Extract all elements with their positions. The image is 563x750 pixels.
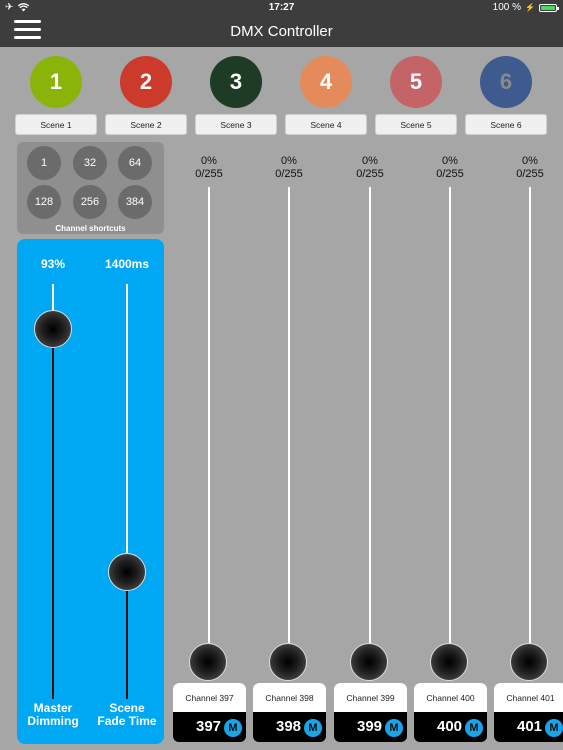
channel-number-bar: 401 M <box>494 712 563 742</box>
scene-label-button[interactable]: Scene 4 <box>285 114 367 135</box>
channel-name: Channel 398 <box>253 683 326 712</box>
channel-fader: 0% 0/255 Channel 400 400 M <box>412 155 488 745</box>
shortcut-button[interactable]: 64 <box>118 146 152 180</box>
m-badge-icon[interactable]: M <box>224 719 242 737</box>
shortcut-button[interactable]: 32 <box>73 146 107 180</box>
scene-1: 1 Scene 1 <box>15 56 97 135</box>
battery-icon <box>539 3 559 12</box>
status-bar: ✈ 17:27 100 % ⚡ <box>0 0 563 15</box>
scene-fade-track-lower <box>126 574 128 699</box>
channel-percent: 0% <box>281 155 297 167</box>
scene-circle-button[interactable]: 6 <box>480 56 532 108</box>
channel-number: 398 <box>276 718 302 735</box>
shortcuts-label: Channel shortcuts <box>55 224 126 233</box>
channel-value: 0/255 <box>516 168 544 180</box>
battery-percent: 100 % <box>492 2 522 13</box>
master-dimming-value: 93% <box>40 257 66 271</box>
channel-name: Channel 400 <box>414 683 487 712</box>
shortcut-button[interactable]: 128 <box>27 185 61 219</box>
channel-number-bar: 397 M <box>173 712 246 742</box>
channel-track <box>529 187 531 647</box>
channel-percent: 0% <box>522 155 538 167</box>
scene-4: 4 Scene 4 <box>285 56 367 135</box>
channel-fader: 0% 0/255 Channel 401 401 M <box>492 155 563 745</box>
scene-circle-button[interactable]: 1 <box>30 56 82 108</box>
channel-number: 397 <box>196 718 222 735</box>
scene-circle-button[interactable]: 4 <box>300 56 352 108</box>
channel-knob[interactable] <box>189 643 227 681</box>
shortcut-button[interactable]: 384 <box>118 185 152 219</box>
channel-card[interactable]: Channel 400 400 M <box>414 683 487 742</box>
m-badge-icon[interactable]: M <box>545 719 563 737</box>
channel-value: 0/255 <box>436 168 464 180</box>
scene-6: 6 Scene 6 <box>465 56 547 135</box>
channel-name: Channel 401 <box>494 683 563 712</box>
shortcut-button[interactable]: 1 <box>27 146 61 180</box>
channel-card[interactable]: Channel 398 398 M <box>253 683 326 742</box>
channel-track <box>288 187 290 647</box>
scene-5: 5 Scene 5 <box>375 56 457 135</box>
channel-value: 0/255 <box>356 168 384 180</box>
channel-number-bar: 398 M <box>253 712 326 742</box>
master-panel: 93% 1400ms Master Dimming Scene Fade Tim… <box>17 239 164 744</box>
channel-knob[interactable] <box>510 643 548 681</box>
master-dimming-knob[interactable] <box>34 310 72 348</box>
page-title: DMX Controller <box>230 23 333 40</box>
channel-number: 401 <box>517 718 543 735</box>
status-time: 17:27 <box>268 2 295 13</box>
channel-name: Channel 397 <box>173 683 246 712</box>
scene-label-button[interactable]: Scene 3 <box>195 114 277 135</box>
scene-circle-button[interactable]: 3 <box>210 56 262 108</box>
channel-knob[interactable] <box>430 643 468 681</box>
channel-number: 399 <box>357 718 383 735</box>
scene-fade-knob[interactable] <box>108 553 146 591</box>
m-badge-icon[interactable]: M <box>465 719 483 737</box>
scene-label-button[interactable]: Scene 1 <box>15 114 97 135</box>
scene-fade-track-upper <box>126 284 128 574</box>
channel-value: 0/255 <box>275 168 303 180</box>
channel-percent: 0% <box>201 155 217 167</box>
scene-fade-label: Scene Fade Time <box>87 702 167 728</box>
channel-number: 400 <box>437 718 463 735</box>
scene-2: 2 Scene 2 <box>105 56 187 135</box>
scene-3: 3 Scene 3 <box>195 56 277 135</box>
charging-icon: ⚡ <box>525 3 535 12</box>
scene-label-button[interactable]: Scene 6 <box>465 114 547 135</box>
master-dimming-label-line: Dimming <box>27 714 79 728</box>
scene-label-button[interactable]: Scene 5 <box>375 114 457 135</box>
channel-number-bar: 400 M <box>414 712 487 742</box>
scene-fade-label-line: Fade Time <box>97 714 157 728</box>
channel-card[interactable]: Channel 401 401 M <box>494 683 563 742</box>
m-badge-icon[interactable]: M <box>385 719 403 737</box>
channel-track <box>449 187 451 647</box>
channel-card[interactable]: Channel 397 397 M <box>173 683 246 742</box>
scene-fade-value: 1400ms <box>104 257 150 271</box>
channel-track <box>369 187 371 647</box>
scene-circle-button[interactable]: 5 <box>390 56 442 108</box>
channel-percent: 0% <box>442 155 458 167</box>
master-dimming-label: Master Dimming <box>13 702 93 728</box>
master-dimming-track-lower <box>52 329 54 699</box>
channel-percent: 0% <box>362 155 378 167</box>
channel-track <box>208 187 210 647</box>
channel-shortcuts-panel: 1 32 64 128 256 384 Channel shortcuts <box>17 142 164 234</box>
channel-number-bar: 399 M <box>334 712 407 742</box>
channel-fader: 0% 0/255 Channel 399 399 M <box>332 155 408 745</box>
channel-card[interactable]: Channel 399 399 M <box>334 683 407 742</box>
scene-label-button[interactable]: Scene 2 <box>105 114 187 135</box>
nav-bar: DMX Controller <box>0 15 563 47</box>
m-badge-icon[interactable]: M <box>304 719 322 737</box>
channel-knob[interactable] <box>350 643 388 681</box>
channel-fader: 0% 0/255 Channel 397 397 M <box>171 155 247 745</box>
channel-value: 0/255 <box>195 168 223 180</box>
channel-fader: 0% 0/255 Channel 398 398 M <box>251 155 327 745</box>
channel-name: Channel 399 <box>334 683 407 712</box>
shortcut-button[interactable]: 256 <box>73 185 107 219</box>
scene-circle-button[interactable]: 2 <box>120 56 172 108</box>
channel-knob[interactable] <box>269 643 307 681</box>
